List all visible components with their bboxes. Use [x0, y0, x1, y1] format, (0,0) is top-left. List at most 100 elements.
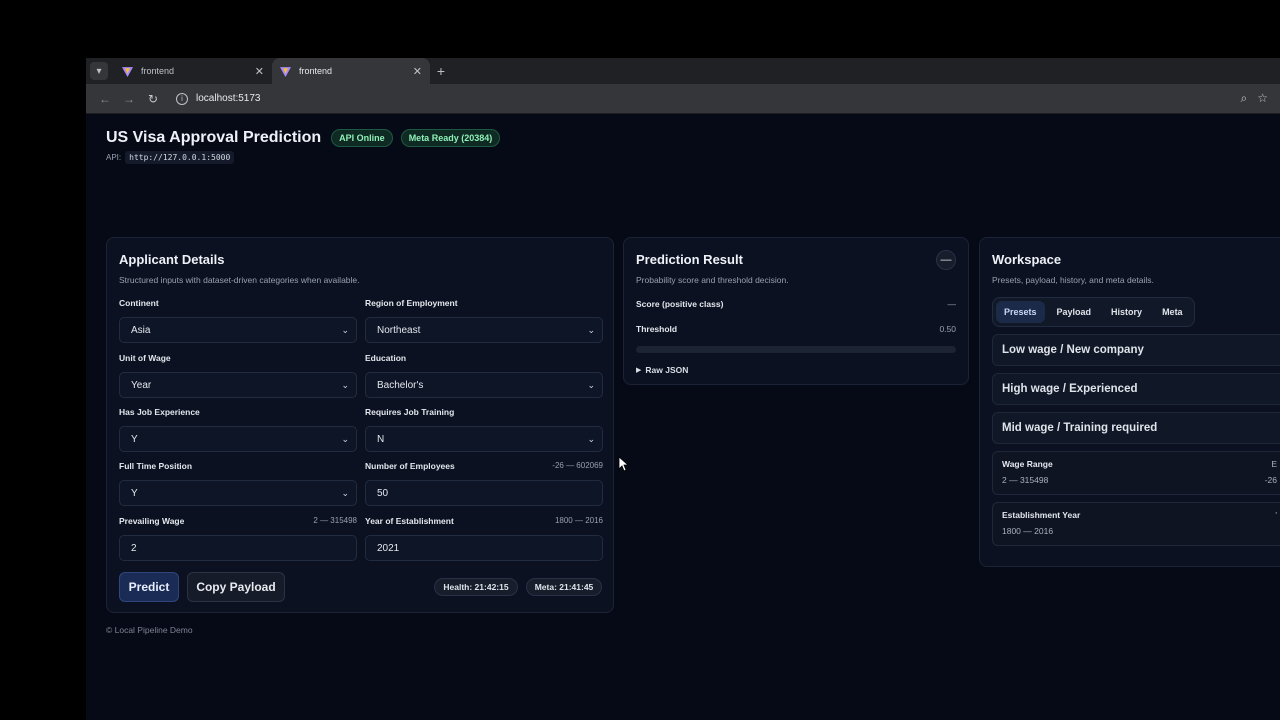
raw-json-toggle[interactable]: ▶ Raw JSON	[636, 365, 956, 375]
select-value: Northeast	[377, 324, 421, 336]
job-experience-select[interactable]: Y ⌄	[119, 426, 357, 452]
forward-arrow-icon[interactable]: →	[118, 88, 140, 110]
num-employees-field: Number of Employees -26 — 602069 50	[365, 461, 603, 506]
input-value: 2021	[377, 542, 400, 554]
chevron-down-icon: ⌄	[587, 324, 595, 335]
chevron-down-icon: ⌄	[587, 433, 595, 444]
education-field: Education Bachelor's ⌄	[365, 353, 603, 398]
tab-presets[interactable]: Presets	[996, 301, 1045, 323]
chevron-down-icon: ⌄	[341, 379, 349, 390]
api-url: http://127.0.0.1:5000	[125, 151, 235, 164]
prevailing-wage-input[interactable]: 2	[119, 535, 357, 561]
browser-tab-2[interactable]: frontend ✕	[272, 58, 430, 84]
select-value: Y	[131, 433, 138, 445]
new-tab-icon[interactable]: +	[430, 58, 452, 84]
chevron-down-icon: ⌄	[341, 433, 349, 444]
bookmark-star-icon[interactable]: ☆	[1257, 91, 1268, 106]
result-title: Prediction Result	[636, 252, 743, 267]
wage-range-card: Wage Range 2 — 315498 E -26	[992, 451, 1280, 495]
api-label: API:	[106, 153, 122, 162]
education-select[interactable]: Bachelor's ⌄	[365, 372, 603, 398]
unit-wage-field: Unit of Wage Year ⌄	[119, 353, 357, 398]
meta-card-value: 2 — 315498	[1002, 475, 1049, 485]
chevron-down-icon: ⌄	[341, 324, 349, 335]
zoom-icon[interactable]: ⌕	[1241, 91, 1248, 106]
select-value: Y	[131, 487, 138, 499]
chevron-down-icon: ⌄	[587, 379, 595, 390]
predict-button[interactable]: Predict	[119, 572, 179, 602]
copy-payload-button[interactable]: Copy Payload	[187, 572, 285, 602]
workspace-title: Workspace	[992, 252, 1062, 267]
workspace-subtitle: Presets, payload, history, and meta deta…	[992, 275, 1154, 285]
workspace-card: Workspace Presets, payload, history, and…	[979, 237, 1280, 567]
region-select[interactable]: Northeast ⌄	[365, 317, 603, 343]
preset-mid-wage[interactable]: Mid wage / Training required	[992, 412, 1280, 444]
browser-tab-1[interactable]: frontend ✕	[114, 58, 272, 84]
close-icon[interactable]: ✕	[255, 65, 264, 78]
back-arrow-icon[interactable]: ←	[94, 88, 116, 110]
select-value: Bachelor's	[377, 379, 424, 391]
tab-title: frontend	[141, 66, 175, 76]
page-title: US Visa Approval Prediction	[106, 129, 322, 146]
prevailing-wage-field: Prevailing Wage 2 — 315498 2	[119, 516, 357, 561]
meta-card-cut-text: E	[1271, 459, 1277, 469]
meta-card-value: 1800 — 2016	[1002, 526, 1054, 536]
score-progress-bar	[636, 346, 956, 353]
continent-select[interactable]: Asia ⌄	[119, 317, 357, 343]
tab-history[interactable]: History	[1103, 301, 1150, 323]
browser-toolbar: ← → ↻ i localhost:5173 ⌕ ☆	[86, 84, 1280, 114]
region-field: Region of Employment Northeast ⌄	[365, 298, 603, 343]
tab-search-button[interactable]: ▾	[90, 62, 108, 80]
footer-text: © Local Pipeline Demo	[106, 625, 193, 635]
field-label: Unit of Wage	[119, 353, 171, 363]
site-info-icon[interactable]: i	[176, 92, 188, 105]
meta-card-title: Establishment Year	[1002, 510, 1081, 520]
field-label: Prevailing Wage	[119, 516, 185, 526]
num-employees-input[interactable]: 50	[365, 480, 603, 506]
tab-meta[interactable]: Meta	[1154, 301, 1191, 323]
tab-payload[interactable]: Payload	[1049, 301, 1100, 323]
triangle-right-icon: ▶	[636, 367, 642, 374]
page-header: US Visa Approval Prediction API Online M…	[106, 129, 501, 164]
year-established-field: Year of Establishment 1800 — 2016 2021	[365, 516, 603, 561]
screen-border-left	[0, 0, 86, 720]
collapse-button[interactable]: —	[936, 250, 956, 270]
vite-icon	[122, 66, 133, 77]
full-time-select[interactable]: Y ⌄	[119, 480, 357, 506]
preset-high-wage[interactable]: High wage / Experienced	[992, 373, 1280, 405]
field-label: Region of Employment	[365, 298, 458, 308]
applicant-subtitle: Structured inputs with dataset-driven ca…	[119, 275, 360, 285]
workspace-tabs: Presets Payload History Meta	[992, 297, 1195, 327]
close-icon[interactable]: ✕	[413, 65, 422, 78]
field-label: Requires Job Training	[365, 407, 455, 417]
job-training-select[interactable]: N ⌄	[365, 426, 603, 452]
browser-window: ▾ frontend ✕ frontend ✕ + ← → ↻ i localh…	[86, 58, 1280, 720]
meta-card-cut-text: '	[1275, 510, 1277, 520]
threshold-label: Threshold	[636, 324, 678, 334]
raw-json-label: Raw JSON	[645, 365, 689, 375]
threshold-value: 0.50	[939, 324, 956, 334]
field-label: Has Job Experience	[119, 407, 200, 417]
screen-border-top	[0, 0, 1280, 58]
range-hint: 2 — 315498	[313, 516, 357, 525]
api-status-badge: API Online	[331, 129, 393, 147]
unit-wage-select[interactable]: Year ⌄	[119, 372, 357, 398]
select-value: N	[377, 433, 385, 445]
preset-low-wage[interactable]: Low wage / New company	[992, 334, 1280, 366]
applicant-title: Applicant Details	[119, 252, 225, 267]
score-value: —	[947, 299, 957, 309]
meta-status-badge: Meta Ready (20384)	[400, 129, 501, 147]
select-value: Year	[131, 379, 152, 391]
reload-icon[interactable]: ↻	[142, 88, 164, 110]
tab-strip: ▾ frontend ✕ frontend ✕ +	[86, 58, 1280, 84]
field-label: Number of Employees	[365, 461, 455, 471]
year-established-input[interactable]: 2021	[365, 535, 603, 561]
url-text: localhost:5173	[196, 93, 261, 104]
field-label: Continent	[119, 298, 159, 308]
job-training-field: Requires Job Training N ⌄	[365, 407, 603, 452]
input-value: 50	[377, 487, 389, 499]
chevron-down-icon: ⌄	[341, 487, 349, 498]
establishment-year-card: Establishment Year 1800 — 2016 '	[992, 502, 1280, 546]
select-value: Asia	[131, 324, 151, 336]
address-bar[interactable]: i localhost:5173	[170, 87, 1241, 110]
